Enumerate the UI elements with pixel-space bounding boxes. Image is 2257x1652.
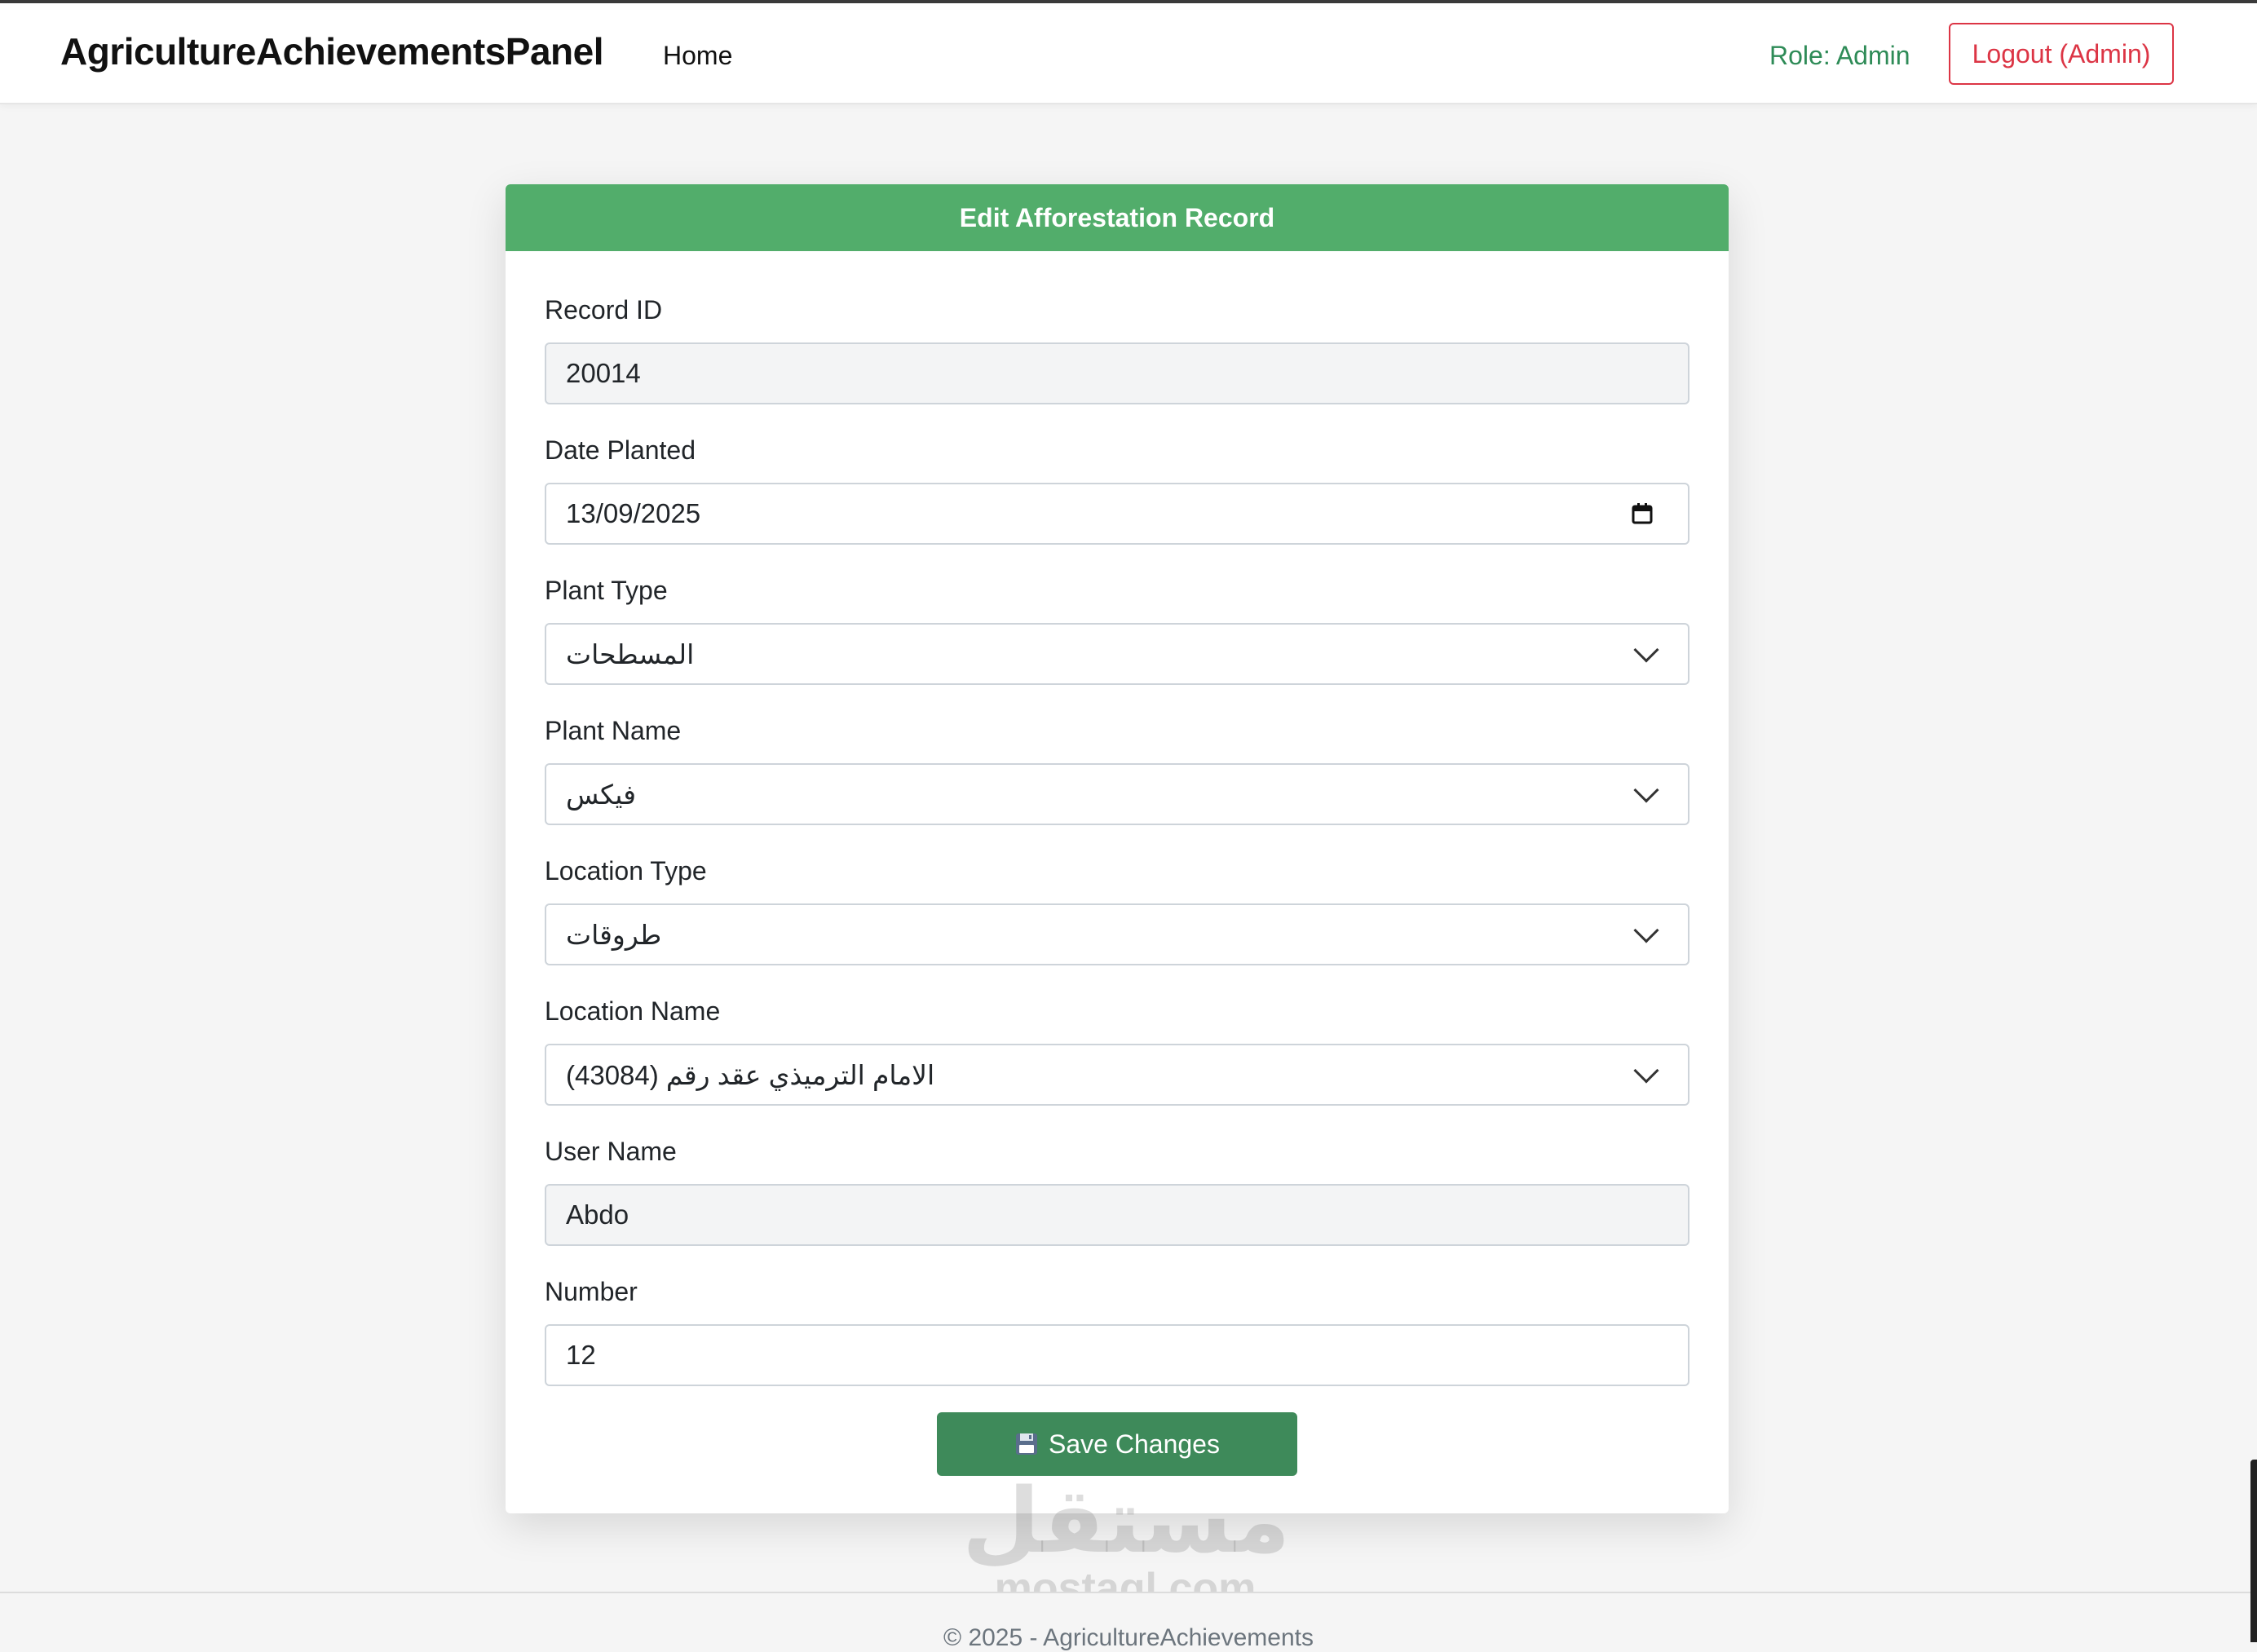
user-name-field[interactable]: Abdo <box>545 1184 1689 1246</box>
save-changes-label: Save Changes <box>1049 1429 1220 1459</box>
location-name-select[interactable]: الامام الترميذي عقد رقم (43084) <box>545 1044 1689 1106</box>
location-name-value: الامام الترميذي عقد رقم (43084) <box>566 1059 935 1090</box>
date-planted-input[interactable]: 13/09/2025 <box>545 483 1689 545</box>
plant-type-value: المسطحات <box>566 638 695 669</box>
role-indicator: Role: Admin <box>1769 41 1910 70</box>
plant-name-select[interactable]: فيكس <box>545 763 1689 825</box>
navbar-brand[interactable]: AgricultureAchievementsPanel <box>60 29 604 73</box>
footer-copyright: © 2025 - AgricultureAchievements <box>943 1624 1314 1651</box>
nav-link-home[interactable]: Home <box>663 41 732 71</box>
plant-type-label: Plant Type <box>545 576 668 605</box>
date-planted-value: 13/09/2025 <box>566 498 701 528</box>
chevron-down-icon <box>1633 637 1659 663</box>
save-changes-button[interactable]: Save Changes <box>937 1412 1297 1476</box>
logout-button[interactable]: Logout (Admin) <box>1949 23 2174 85</box>
location-type-value: طروقات <box>566 919 662 950</box>
scrollbar-edge[interactable] <box>2250 1460 2257 1642</box>
number-input[interactable]: 12 <box>545 1324 1689 1386</box>
footer: © 2025 - AgricultureAchievements <box>0 1592 2257 1651</box>
chevron-down-icon <box>1633 777 1659 803</box>
chevron-down-icon <box>1633 917 1659 943</box>
edit-record-card: Edit Afforestation Record Record ID 2001… <box>506 184 1729 1513</box>
plant-name-label: Plant Name <box>545 716 682 745</box>
navbar: AgricultureAchievementsPanel Home Role: … <box>0 3 2257 104</box>
date-planted-label: Date Planted <box>545 435 696 465</box>
chevron-down-icon <box>1633 1058 1659 1084</box>
user-name-value: Abdo <box>566 1199 629 1230</box>
record-id-field[interactable]: 20014 <box>545 342 1689 404</box>
user-name-label: User Name <box>545 1137 677 1166</box>
card-title: Edit Afforestation Record <box>506 184 1729 251</box>
floppy-disk-icon <box>1016 1433 1038 1455</box>
location-name-label: Location Name <box>545 996 721 1026</box>
record-id-label: Record ID <box>545 295 663 325</box>
watermark-arabic: مستقل <box>962 1469 1291 1573</box>
number-label: Number <box>545 1277 638 1306</box>
calendar-icon[interactable] <box>1631 502 1654 525</box>
number-value: 12 <box>566 1340 596 1370</box>
plant-type-select[interactable]: المسطحات <box>545 623 1689 685</box>
record-id-value: 20014 <box>566 358 641 388</box>
location-type-select[interactable]: طروقات <box>545 903 1689 965</box>
location-type-label: Location Type <box>545 856 707 886</box>
plant-name-value: فيكس <box>566 779 637 810</box>
